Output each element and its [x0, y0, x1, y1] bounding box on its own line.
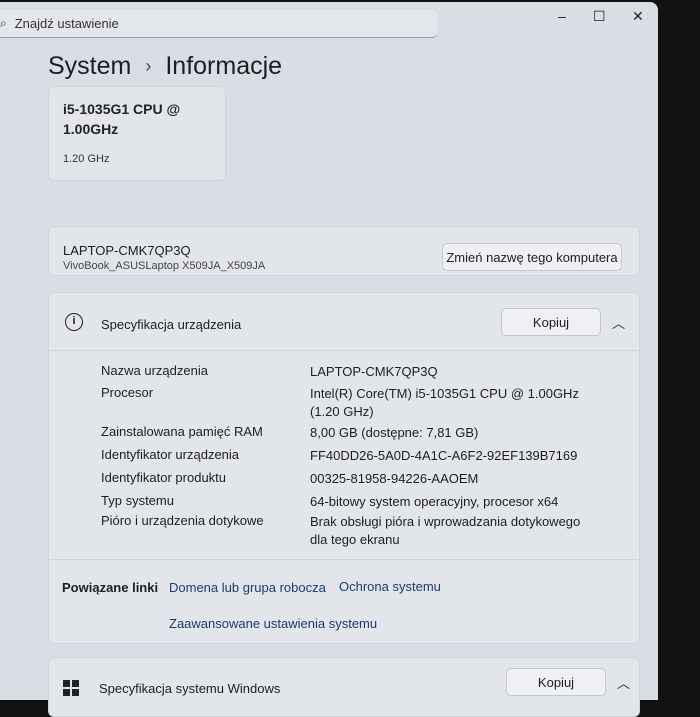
search-icon: ⌕ — [0, 16, 7, 30]
link-advanced-settings[interactable]: Zaawansowane ustawienia systemu — [169, 616, 377, 631]
cpu-line2: 1.00GHz — [63, 121, 119, 137]
copy-windows-spec-button[interactable]: Kopiuj — [506, 668, 606, 696]
device-name: LAPTOP-CMK7QP3Q — [63, 243, 191, 258]
spec-label: Identyfikator urządzenia — [101, 447, 240, 462]
spec-label: Nazwa urządzenia — [101, 363, 208, 378]
chevron-up-icon[interactable]: ︿ — [612, 313, 625, 332]
page-title: Informacje — [165, 52, 283, 80]
link-system-protection[interactable]: Ochrona systemu — [339, 579, 441, 594]
device-name-card: LAPTOP-CMK7QP3Q VivoBook_ASUSLaptop X509… — [48, 226, 640, 276]
cpu-line1: i5-1035G1 CPU @ — [63, 101, 181, 117]
cpu-speed: 1.20 GHz — [63, 153, 110, 165]
spec-value: 00325-81958-94226-AAOEM — [310, 471, 479, 486]
spec-value: 8,00 GB (dostępne: 7,81 GB) — [310, 425, 479, 440]
search-input[interactable]: ⌕ Znajdź ustawienie — [0, 10, 438, 38]
chevron-up-icon[interactable]: ︿ — [617, 673, 630, 692]
close-button[interactable]: ✕ — [632, 8, 644, 25]
device-spec-section: i Specyfikacja urządzenia Kopiuj ︿ Nazwa… — [48, 292, 640, 644]
windows-logo-icon — [63, 680, 79, 696]
cpu-card: i5-1035G1 CPU @ 1.00GHz 1.20 GHz — [48, 86, 226, 181]
search-placeholder: Znajdź ustawienie — [14, 16, 119, 31]
settings-window: ⌕ Znajdź ustawienie – ☐ ✕ System › Inform… — [0, 2, 658, 717]
chevron-right-icon: › — [145, 56, 152, 76]
device-spec-header[interactable]: i Specyfikacja urządzenia Kopiuj ︿ — [49, 293, 639, 351]
spec-value: Intel(R) Core(TM) i5-1035G1 CPU @ 1.00GH… — [310, 386, 579, 419]
link-domain-workgroup[interactable]: Domena lub grupa robocza — [169, 580, 326, 595]
spec-label: Identyfikator produktu — [101, 470, 227, 485]
spec-value: Brak obsługi pióra i wprowadzania dotyko… — [310, 514, 581, 547]
spec-value: FF40DD26-5A0D-4A1C-A6F2-92EF139B7169 — [310, 448, 578, 463]
spec-value: 64-bitowy system operacyjny, procesor x6… — [310, 494, 559, 509]
windows-spec-title: Specyfikacja systemu Windows — [99, 681, 281, 696]
spec-label: Zainstalowana pamięć RAM — [101, 424, 263, 439]
windows-spec-section[interactable]: Specyfikacja systemu Windows Kopiuj ︿ — [48, 657, 640, 717]
device-model: VivoBook_ASUSLaptop X509JA_X509JA — [63, 260, 266, 272]
spec-label: Typ systemu — [101, 493, 174, 508]
info-icon: i — [65, 313, 83, 331]
related-links-title: Powiązane linki — [62, 580, 159, 595]
maximize-button[interactable]: ☐ — [593, 8, 606, 25]
divider — [49, 559, 639, 560]
spec-value: LAPTOP-CMK7QP3Q — [310, 364, 438, 379]
rename-pc-button[interactable]: Zmień nazwę tego komputera — [442, 243, 622, 271]
device-spec-title: Specyfikacja urządzenia — [101, 317, 242, 332]
spec-label: Procesor — [101, 385, 154, 400]
breadcrumb: System › Informacje — [48, 52, 282, 81]
spec-label: Pióro i urządzenia dotykowe — [101, 513, 264, 528]
copy-device-spec-button[interactable]: Kopiuj — [501, 308, 601, 336]
breadcrumb-system[interactable]: System — [48, 52, 131, 81]
minimize-button[interactable]: – — [558, 8, 566, 24]
